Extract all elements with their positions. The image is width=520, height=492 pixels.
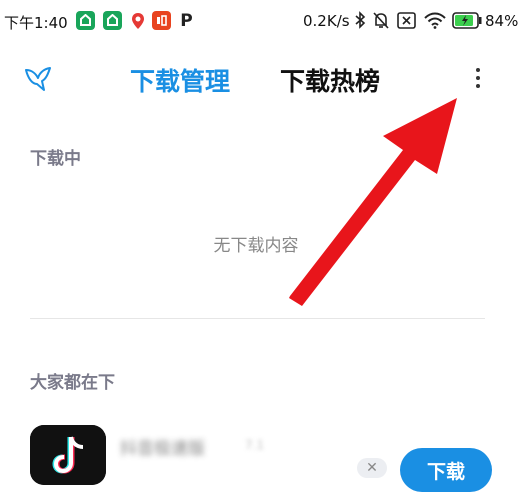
annotation-arrow	[289, 98, 457, 306]
